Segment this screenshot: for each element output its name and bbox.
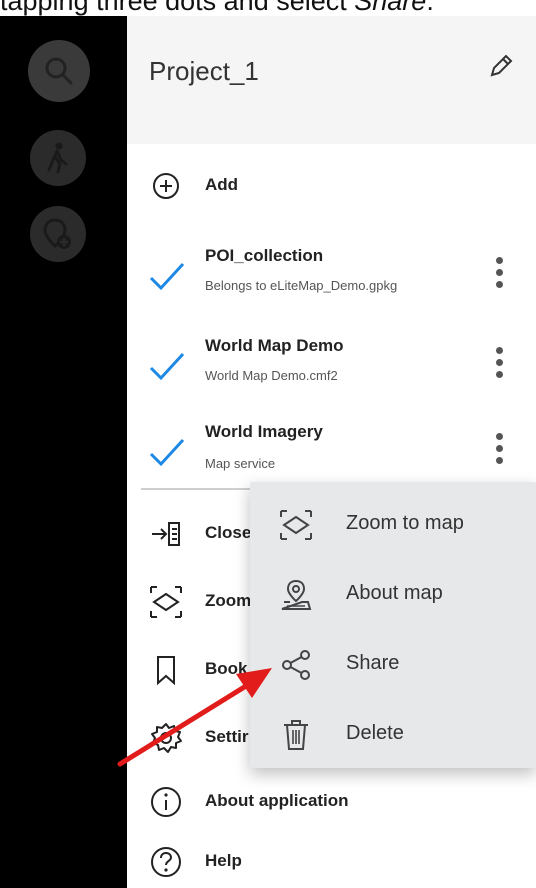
walk-icon [47,142,68,174]
popup-item-label: Zoom to map [346,512,464,534]
track-walk-button[interactable] [30,130,86,186]
menu-item-help[interactable]: Help [127,838,536,886]
search-button[interactable] [28,40,90,102]
caption-suffix: . [426,0,434,16]
layer-title: World Map Demo [205,336,344,355]
layer-item-world-map-demo[interactable]: World Map Demo World Map Demo.cmf2 [127,328,536,404]
dot-icon [495,432,503,440]
close-project-icon [145,513,187,555]
popup-item-label: Delete [346,722,404,744]
project-title: Project_1 [149,56,259,86]
dot-icon [495,456,503,464]
caption-prefix: tapping three dots and select [0,0,355,16]
dot-icon [495,280,503,288]
layer-title: World Imagery [205,422,323,441]
pencil-icon [490,54,513,77]
add-poi-icon [43,218,71,249]
more-options-button[interactable] [479,424,519,472]
settings-icon [145,717,187,759]
caption-emphasis: Share [354,0,427,16]
search-icon [45,57,73,85]
layer-item-world-imagery[interactable]: World Imagery Map service [127,416,536,492]
layer-subtitle: Belongs to eLiteMap_Demo.gpkg [205,278,398,293]
instruction-caption: tapping three dots and select Share. [0,0,536,16]
check-icon[interactable] [145,432,187,474]
about-map-icon [276,576,316,614]
bookmark-icon [145,649,187,691]
zoom-to-map-option[interactable]: Zoom to map [250,490,536,560]
share-option[interactable]: Share [250,630,536,700]
dot-icon [495,346,503,354]
add-layer-item[interactable]: Add [127,162,536,210]
add-icon [145,165,187,207]
about-map-option[interactable]: About map [250,560,536,630]
map-view[interactable] [0,16,127,888]
help-icon [145,841,187,883]
more-options-button[interactable] [479,338,519,386]
add-label: Add [205,175,239,194]
layer-context-menu: Zoom to map About map Share Delete [250,482,536,768]
add-poi-button[interactable] [30,206,86,262]
zoom-to-map-icon [276,506,316,544]
menu-item-label: Help [205,851,242,870]
delete-icon [276,716,316,754]
menu-item-label: Zoom [205,591,252,610]
delete-option[interactable]: Delete [250,700,536,770]
dot-icon [495,268,503,276]
menu-item-label: Settir [205,727,249,746]
edit-project-button[interactable] [481,46,521,86]
layer-subtitle: World Map Demo.cmf2 [205,368,338,383]
dot-icon [495,256,503,264]
layer-title: POI_collection [205,246,324,265]
dot-icon [495,370,503,378]
popup-item-label: About map [346,582,443,604]
dot-icon [495,358,503,366]
menu-item-label: Book [205,659,248,678]
menu-item-label: About application [205,791,349,810]
menu-item-label: Close [205,523,252,542]
menu-item-about-application[interactable]: About application [127,778,536,826]
drawer-header: Project_1 [127,16,536,144]
zoom-extent-icon [145,581,187,623]
check-icon[interactable] [145,256,187,298]
dot-icon [495,444,503,452]
layer-item-poi-collection[interactable]: POI_collection Belongs to eLiteMap_Demo.… [127,238,536,314]
info-icon [145,781,187,823]
share-icon [276,646,316,684]
check-icon[interactable] [145,346,187,388]
layer-subtitle: Map service [205,456,276,471]
popup-item-label: Share [346,652,400,674]
more-options-button[interactable] [479,248,519,296]
